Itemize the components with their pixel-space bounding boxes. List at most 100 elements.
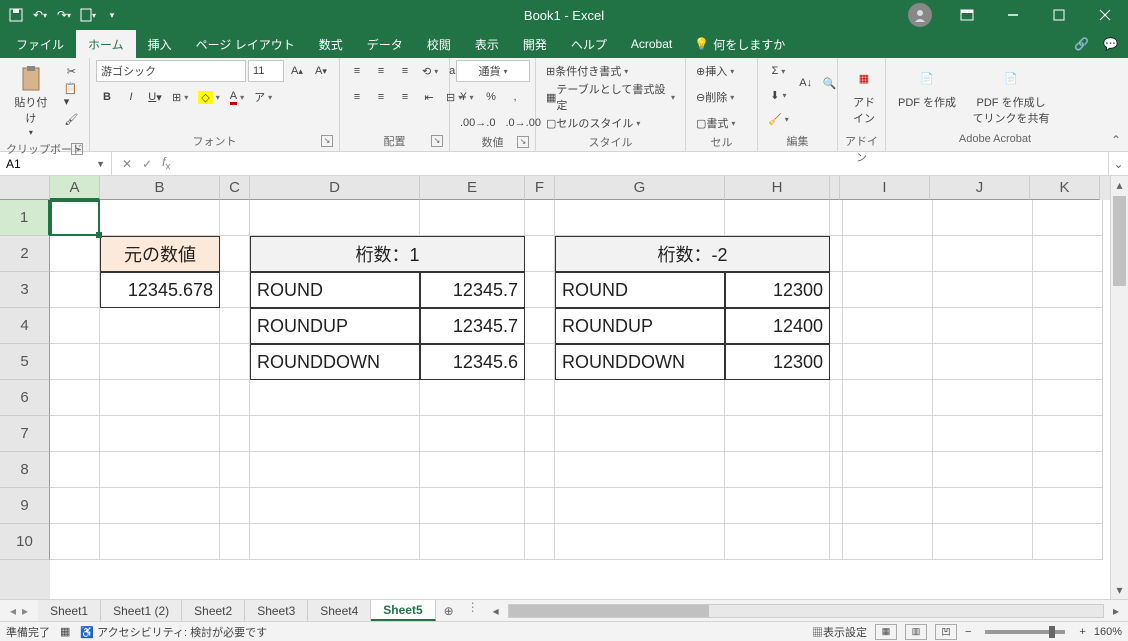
tab-view[interactable]: 表示	[463, 30, 511, 58]
cell[interactable]: ROUNDUP	[250, 308, 420, 344]
cell[interactable]	[933, 344, 1033, 380]
cell[interactable]	[933, 236, 1033, 272]
tab-insert[interactable]: 挿入	[136, 30, 184, 58]
tab-review[interactable]: 校閲	[415, 30, 463, 58]
clear-icon[interactable]: 🧹	[764, 108, 793, 130]
formula-input[interactable]	[180, 152, 1108, 175]
cell[interactable]	[100, 488, 220, 524]
normal-view-icon[interactable]: ▦	[875, 624, 897, 640]
cell[interactable]	[933, 488, 1033, 524]
sort-filter-icon[interactable]: A↓	[795, 60, 817, 106]
vertical-scrollbar[interactable]: ▴ ▾	[1110, 176, 1128, 599]
scroll-down-icon[interactable]: ▾	[1111, 581, 1128, 599]
redo-icon[interactable]: ↷▾	[56, 7, 72, 23]
cell[interactable]	[830, 380, 843, 416]
cell[interactable]	[830, 416, 843, 452]
conditional-format-button[interactable]: ⊞ 条件付き書式	[542, 60, 632, 82]
cell[interactable]	[843, 488, 933, 524]
column-header[interactable]: C	[220, 176, 250, 200]
cell[interactable]	[830, 524, 843, 560]
cell[interactable]	[100, 380, 220, 416]
cell[interactable]: 桁数：-2	[555, 236, 830, 272]
cell[interactable]: ROUNDDOWN	[250, 344, 420, 380]
cell[interactable]: ROUNDUP	[555, 308, 725, 344]
cell[interactable]	[50, 452, 100, 488]
dialog-launcher-icon[interactable]: ↘	[431, 135, 443, 147]
expand-formula-icon[interactable]: ⌄	[1108, 152, 1128, 175]
cell[interactable]	[100, 416, 220, 452]
column-header[interactable]: B	[100, 176, 220, 200]
row-header[interactable]: 6	[0, 380, 50, 416]
maximize-button[interactable]	[1036, 0, 1082, 30]
delete-cells-button[interactable]: ⊖ 削除	[692, 86, 738, 108]
cell[interactable]	[725, 380, 830, 416]
format-painter-icon[interactable]: 🖌	[60, 108, 83, 130]
tell-me-search[interactable]: 💡 何をしますか	[684, 30, 795, 58]
add-sheet-button[interactable]: ⊕	[436, 600, 462, 621]
column-header[interactable]: G	[555, 176, 725, 200]
cell[interactable]	[1033, 272, 1103, 308]
cell[interactable]	[933, 380, 1033, 416]
cell[interactable]	[843, 380, 933, 416]
cell[interactable]	[843, 344, 933, 380]
accessibility-status[interactable]: ♿ アクセシビリティ: 検討が必要です	[80, 624, 267, 640]
hscroll-thumb[interactable]	[509, 605, 709, 617]
cell[interactable]	[843, 236, 933, 272]
cell[interactable]: 12345.7	[420, 272, 525, 308]
indent-dec-icon[interactable]: ⇤	[418, 86, 440, 108]
cell[interactable]	[525, 380, 555, 416]
cell[interactable]	[843, 200, 933, 236]
cell[interactable]	[50, 272, 100, 308]
cell[interactable]	[525, 272, 555, 308]
row-header[interactable]: 10	[0, 524, 50, 560]
cell[interactable]	[50, 380, 100, 416]
currency-icon[interactable]: ¥	[456, 86, 478, 108]
comma-icon[interactable]: ,	[504, 86, 526, 108]
cell[interactable]	[555, 200, 725, 236]
share-pdf-button[interactable]: 📄 PDF を作成してリンクを共有	[966, 60, 1056, 130]
cell[interactable]	[250, 524, 420, 560]
dialog-launcher-icon[interactable]: ↘	[517, 136, 529, 148]
dialog-launcher-icon[interactable]: ↘	[321, 135, 333, 147]
cell[interactable]	[420, 380, 525, 416]
cell[interactable]	[1033, 416, 1103, 452]
cell[interactable]	[933, 272, 1033, 308]
row-header[interactable]: 7	[0, 416, 50, 452]
cell[interactable]	[420, 452, 525, 488]
scroll-up-icon[interactable]: ▴	[1111, 176, 1128, 194]
share-icon[interactable]: 🔗	[1074, 37, 1089, 51]
page-layout-view-icon[interactable]: ▥	[905, 624, 927, 640]
undo-icon[interactable]: ↶▾	[32, 7, 48, 23]
cut-icon[interactable]: ✂	[60, 60, 83, 82]
cell[interactable]	[1033, 380, 1103, 416]
number-format-select[interactable]: 通貨	[456, 60, 530, 82]
cell[interactable]	[525, 488, 555, 524]
increase-font-icon[interactable]: A▴	[286, 60, 308, 82]
cell[interactable]	[1033, 200, 1103, 236]
cell[interactable]	[525, 524, 555, 560]
cell[interactable]: 12345.678	[100, 272, 220, 308]
border-button[interactable]: ⊞	[168, 86, 192, 108]
cell[interactable]	[420, 416, 525, 452]
scroll-thumb[interactable]	[1113, 196, 1126, 286]
font-name-input[interactable]	[96, 60, 246, 82]
cell[interactable]	[933, 308, 1033, 344]
cell[interactable]	[220, 200, 250, 236]
chevron-down-icon[interactable]: ▼	[96, 159, 105, 169]
sheet-tab[interactable]: Sheet1	[38, 600, 101, 621]
bold-button[interactable]: B	[96, 86, 118, 108]
cell[interactable]	[250, 488, 420, 524]
cell[interactable]	[250, 452, 420, 488]
align-top-icon[interactable]: ≡	[346, 60, 368, 82]
cell[interactable]: 12300	[725, 272, 830, 308]
tab-pagelayout[interactable]: ページ レイアウト	[184, 30, 307, 58]
cell[interactable]	[525, 200, 555, 236]
cell[interactable]	[50, 236, 100, 272]
cell[interactable]	[725, 452, 830, 488]
cell[interactable]	[725, 416, 830, 452]
cell[interactable]	[555, 488, 725, 524]
paste-button[interactable]: 貼り付け ▾	[6, 60, 56, 141]
cell[interactable]	[100, 200, 220, 236]
cell[interactable]	[220, 380, 250, 416]
percent-icon[interactable]: %	[480, 86, 502, 108]
